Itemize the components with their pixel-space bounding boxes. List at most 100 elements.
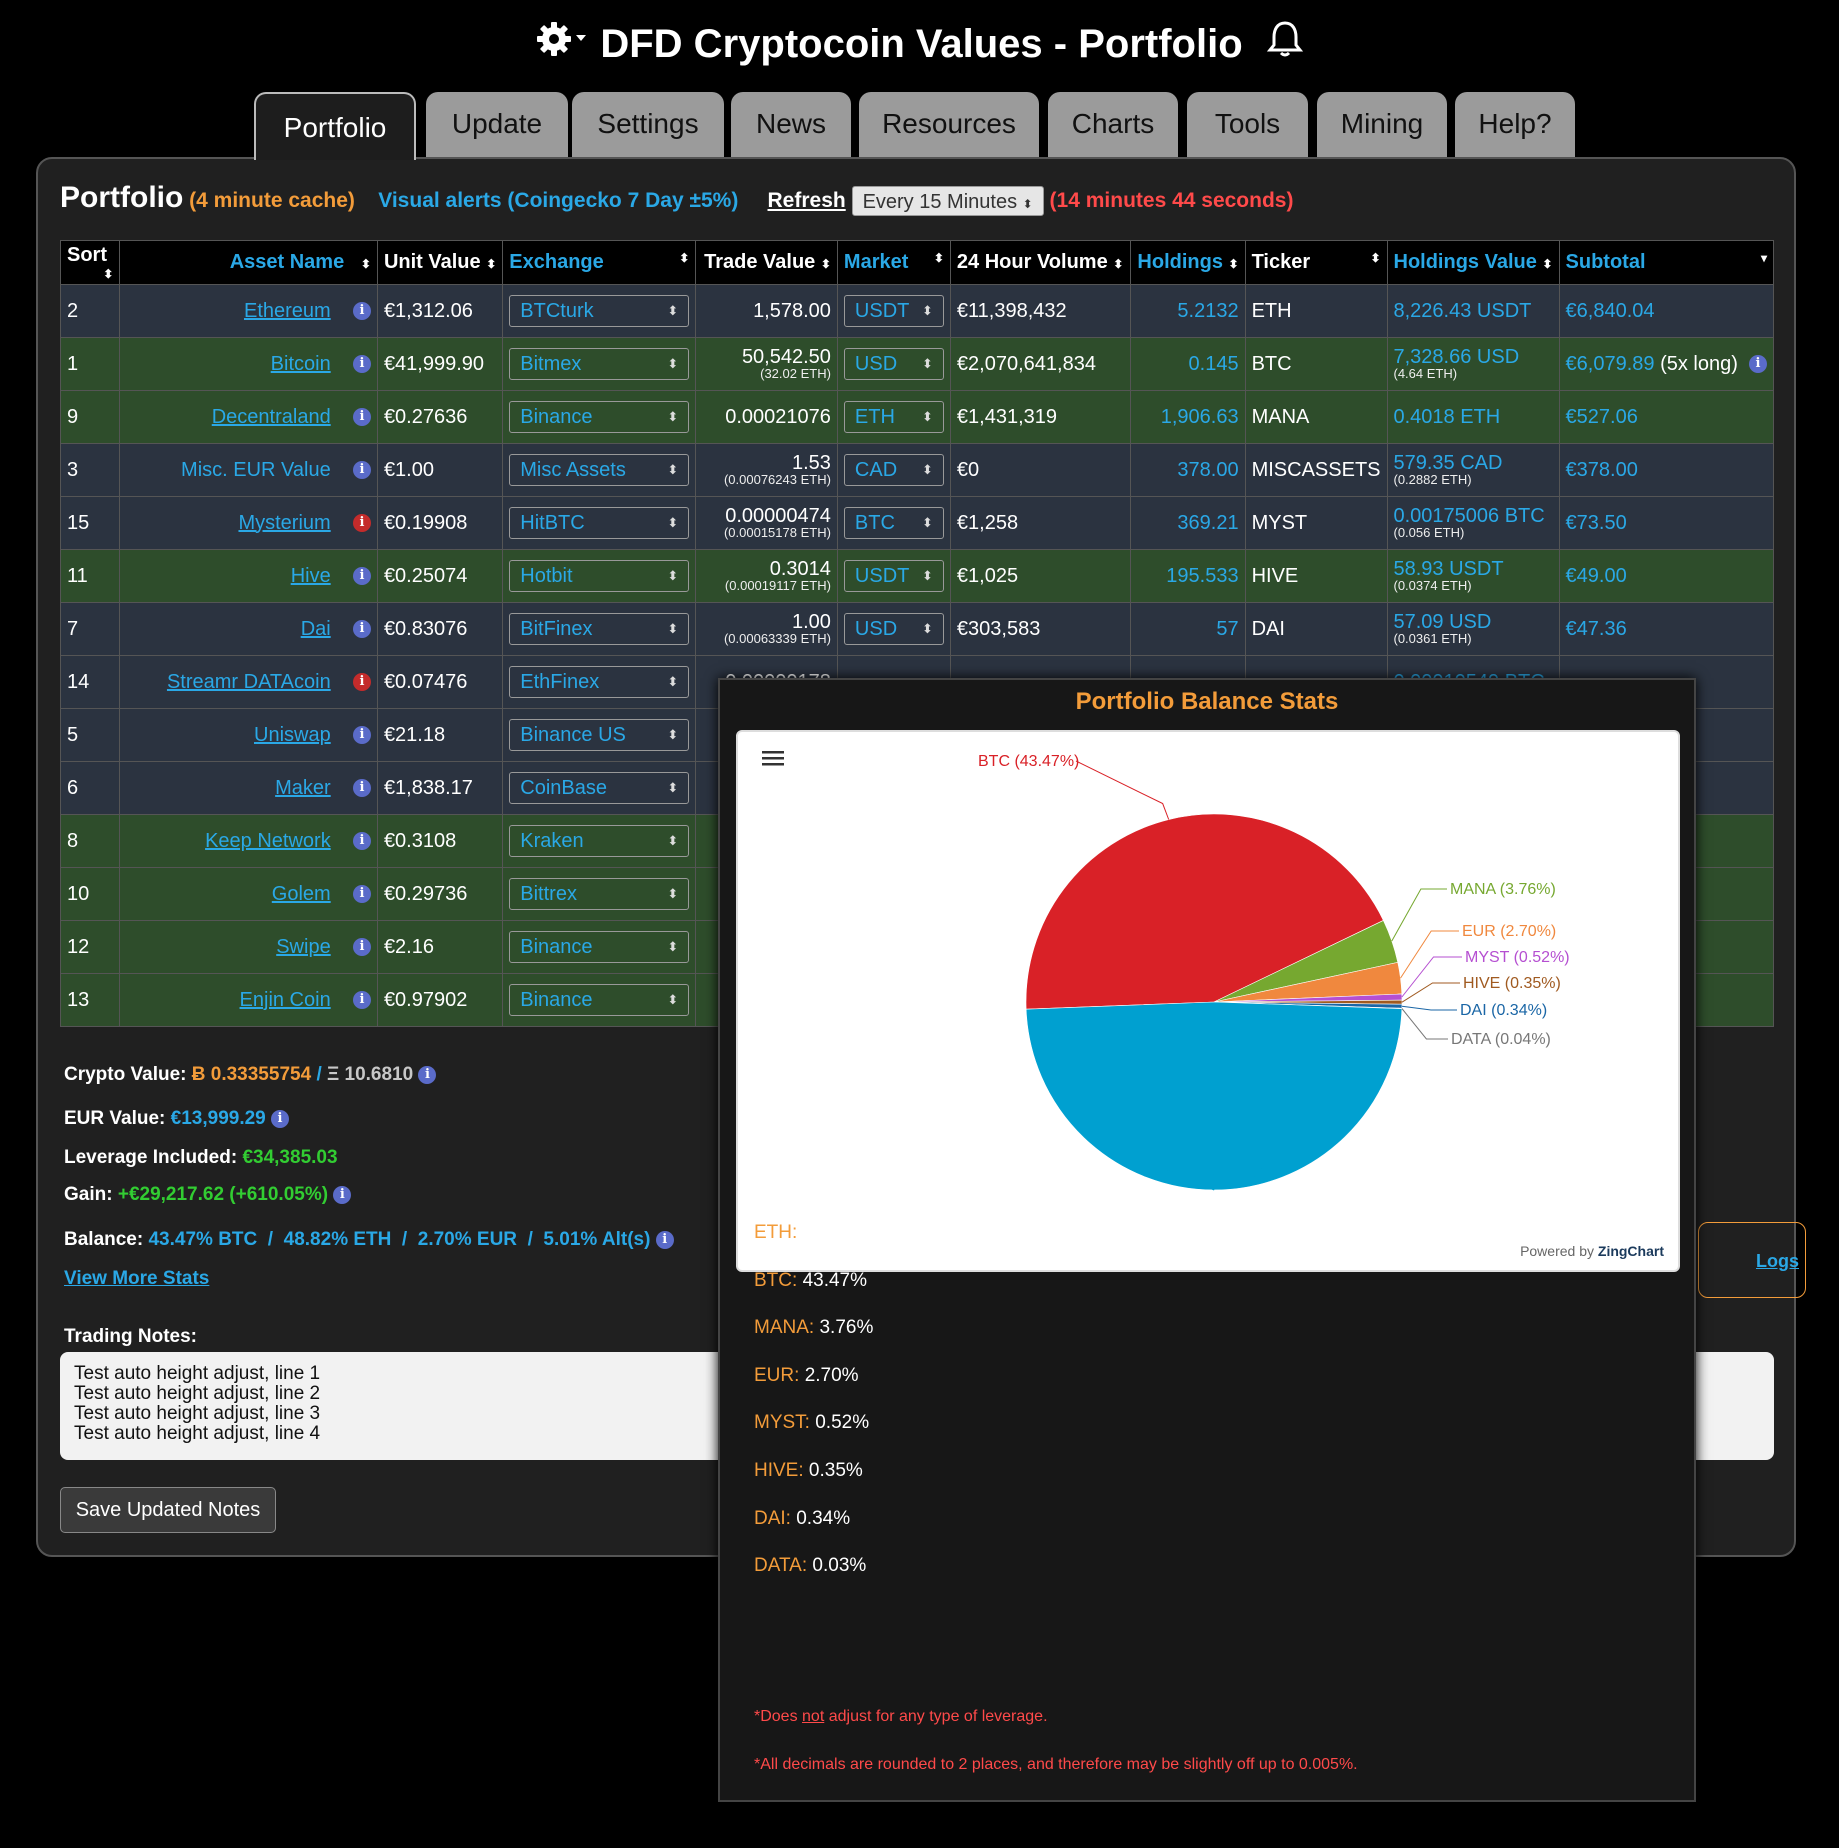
info-icon[interactable]: i	[352, 885, 371, 904]
info-icon[interactable]: i	[352, 567, 371, 586]
asset-name-link[interactable]: Hive	[291, 565, 331, 587]
save-notes-button[interactable]: Save Updated Notes	[60, 1487, 276, 1533]
exchange-select[interactable]: Kraken ⬍	[509, 825, 690, 857]
select-arrows-icon: ⬍	[667, 939, 679, 954]
tab-mining[interactable]: Mining	[1317, 92, 1447, 158]
info-icon[interactable]: i	[352, 355, 371, 374]
trade-value: 1,578.00	[753, 300, 831, 322]
refresh-interval-select[interactable]: Every 15 Minutes ⬍	[851, 186, 1044, 217]
info-icon[interactable]: i	[352, 620, 371, 639]
info-icon[interactable]: i	[352, 832, 371, 851]
col-asset-name[interactable]: Asset Name ⬍	[119, 240, 378, 285]
gear-icon[interactable]	[534, 18, 590, 74]
bell-icon[interactable]	[1265, 18, 1305, 74]
col-trade-value[interactable]: Trade Value ⬍	[695, 240, 838, 285]
asset-name-link[interactable]: Streamr DATAcoin	[167, 671, 331, 693]
holdings-cell[interactable]: 378.00	[1130, 443, 1246, 497]
col-sort[interactable]: Sort ⬍	[59, 240, 121, 285]
asset-name-link[interactable]: Dai	[301, 618, 331, 640]
info-icon[interactable]: i	[1749, 355, 1767, 374]
asset-name-link[interactable]: Misc. EUR Value	[181, 459, 331, 481]
select-arrows-icon: ⬍	[667, 886, 679, 901]
asset-name-link[interactable]: Decentraland	[212, 406, 331, 428]
market-select[interactable]: BTC ⬍	[843, 507, 944, 539]
holdings-cell[interactable]: 1,906.63	[1130, 390, 1246, 444]
market-select[interactable]: USDT ⬍	[843, 295, 944, 327]
tab-portfolio[interactable]: Portfolio	[254, 92, 416, 160]
exchange-select[interactable]: CoinBase ⬍	[509, 772, 690, 804]
logs-link[interactable]: Logs	[1756, 1251, 1799, 1271]
logs-button[interactable]: Logs	[1698, 1222, 1806, 1298]
market-cell: USD ⬍	[836, 602, 951, 656]
asset-name-cell: Bitcoin i	[119, 337, 378, 391]
info-icon[interactable]: i	[352, 991, 371, 1010]
info-icon[interactable]: i	[352, 302, 371, 321]
exchange-select[interactable]: BitFinex ⬍	[509, 613, 690, 645]
info-icon[interactable]: i	[352, 408, 371, 427]
holdings-cell[interactable]: 0.145	[1130, 337, 1246, 391]
exchange-select[interactable]: Binance ⬍	[509, 984, 690, 1016]
col-holdings-value[interactable]: Holdings Value ⬍	[1386, 240, 1560, 285]
holdings-cell[interactable]: 5.2132	[1130, 284, 1246, 338]
exchange-select[interactable]: Bitmex ⬍	[509, 348, 690, 380]
tab-news[interactable]: News	[731, 92, 851, 158]
holdings-cell[interactable]: 57	[1130, 602, 1246, 656]
asset-name-link[interactable]: Uniswap	[254, 724, 331, 746]
market-select[interactable]: ETH ⬍	[843, 401, 944, 433]
asset-name-link[interactable]: Golem	[272, 883, 331, 905]
asset-name-link[interactable]: Ethereum	[244, 300, 331, 322]
info-icon[interactable]: i	[352, 779, 371, 798]
holdings-cell[interactable]: 195.533	[1130, 549, 1246, 603]
info-icon[interactable]: i	[418, 1065, 437, 1084]
info-icon[interactable]: i	[352, 514, 371, 533]
info-icon[interactable]: i	[333, 1185, 352, 1204]
col-holdings[interactable]: Holdings ⬍	[1130, 240, 1246, 285]
market-select[interactable]: USD ⬍	[843, 348, 944, 380]
tab-settings[interactable]: Settings	[572, 92, 724, 158]
info-icon[interactable]: i	[655, 1230, 674, 1249]
asset-name-link[interactable]: Enjin Coin	[240, 989, 331, 1011]
info-icon[interactable]: i	[352, 938, 371, 957]
asset-name-link[interactable]: Maker	[275, 777, 331, 799]
col-24h-volume[interactable]: 24 Hour Volume ⬍	[949, 240, 1132, 285]
tab-help[interactable]: Help?	[1455, 92, 1575, 158]
exchange-select[interactable]: Binance ⬍	[509, 931, 690, 963]
info-icon[interactable]: i	[352, 673, 371, 692]
asset-name-link[interactable]: Keep Network	[205, 830, 331, 852]
exchange-select[interactable]: Misc Assets ⬍	[509, 454, 690, 486]
balance-list-item: BTC: 43.47%	[754, 1270, 867, 1292]
exchange-select[interactable]: BTCturk ⬍	[509, 295, 690, 327]
tab-resources[interactable]: Resources	[859, 92, 1039, 158]
exchange-select[interactable]: Hotbit ⬍	[509, 560, 690, 592]
asset-name-link[interactable]: Swipe	[276, 936, 330, 958]
market-select[interactable]: USDT ⬍	[843, 560, 944, 592]
info-icon[interactable]: i	[352, 726, 371, 745]
col-unit-value[interactable]: Unit Value ⬍	[376, 240, 504, 285]
info-icon[interactable]: i	[352, 461, 371, 480]
col-exchange[interactable]: Exchange ⬍	[502, 240, 697, 285]
exchange-select[interactable]: EthFinex ⬍	[509, 666, 690, 698]
refresh-link[interactable]: Refresh	[768, 189, 846, 212]
col-market[interactable]: Market ⬍	[836, 240, 951, 285]
tab-charts[interactable]: Charts	[1048, 92, 1178, 158]
view-more-stats-link[interactable]: View More Stats	[64, 1268, 209, 1289]
col-ticker[interactable]: Ticker ⬍	[1244, 240, 1388, 285]
info-icon[interactable]: i	[271, 1109, 290, 1128]
col-subtotal-label: Subtotal	[1565, 251, 1646, 273]
menu-icon[interactable]	[762, 751, 784, 766]
col-subtotal[interactable]: Subtotal ▾	[1558, 240, 1775, 285]
holdings-cell[interactable]: 369.21	[1130, 496, 1246, 550]
asset-name-link[interactable]: Bitcoin	[271, 353, 331, 375]
market-select[interactable]: USD ⬍	[843, 613, 944, 645]
asset-name-link[interactable]: Mysterium	[238, 512, 330, 534]
pie-slice-eth[interactable]	[1025, 1001, 1403, 1191]
tab-update[interactable]: Update	[426, 92, 568, 158]
tab-tools[interactable]: Tools	[1187, 92, 1308, 158]
exchange-select[interactable]: Binance ⬍	[509, 401, 690, 433]
exchange-select[interactable]: Binance US ⬍	[509, 719, 690, 751]
balance-list-key: HIVE:	[754, 1460, 804, 1481]
zingchart-link[interactable]: ZingChart	[1598, 1243, 1664, 1259]
exchange-select[interactable]: HitBTC ⬍	[509, 507, 690, 539]
exchange-select[interactable]: Bittrex ⬍	[509, 878, 690, 910]
market-select[interactable]: CAD ⬍	[843, 454, 944, 486]
